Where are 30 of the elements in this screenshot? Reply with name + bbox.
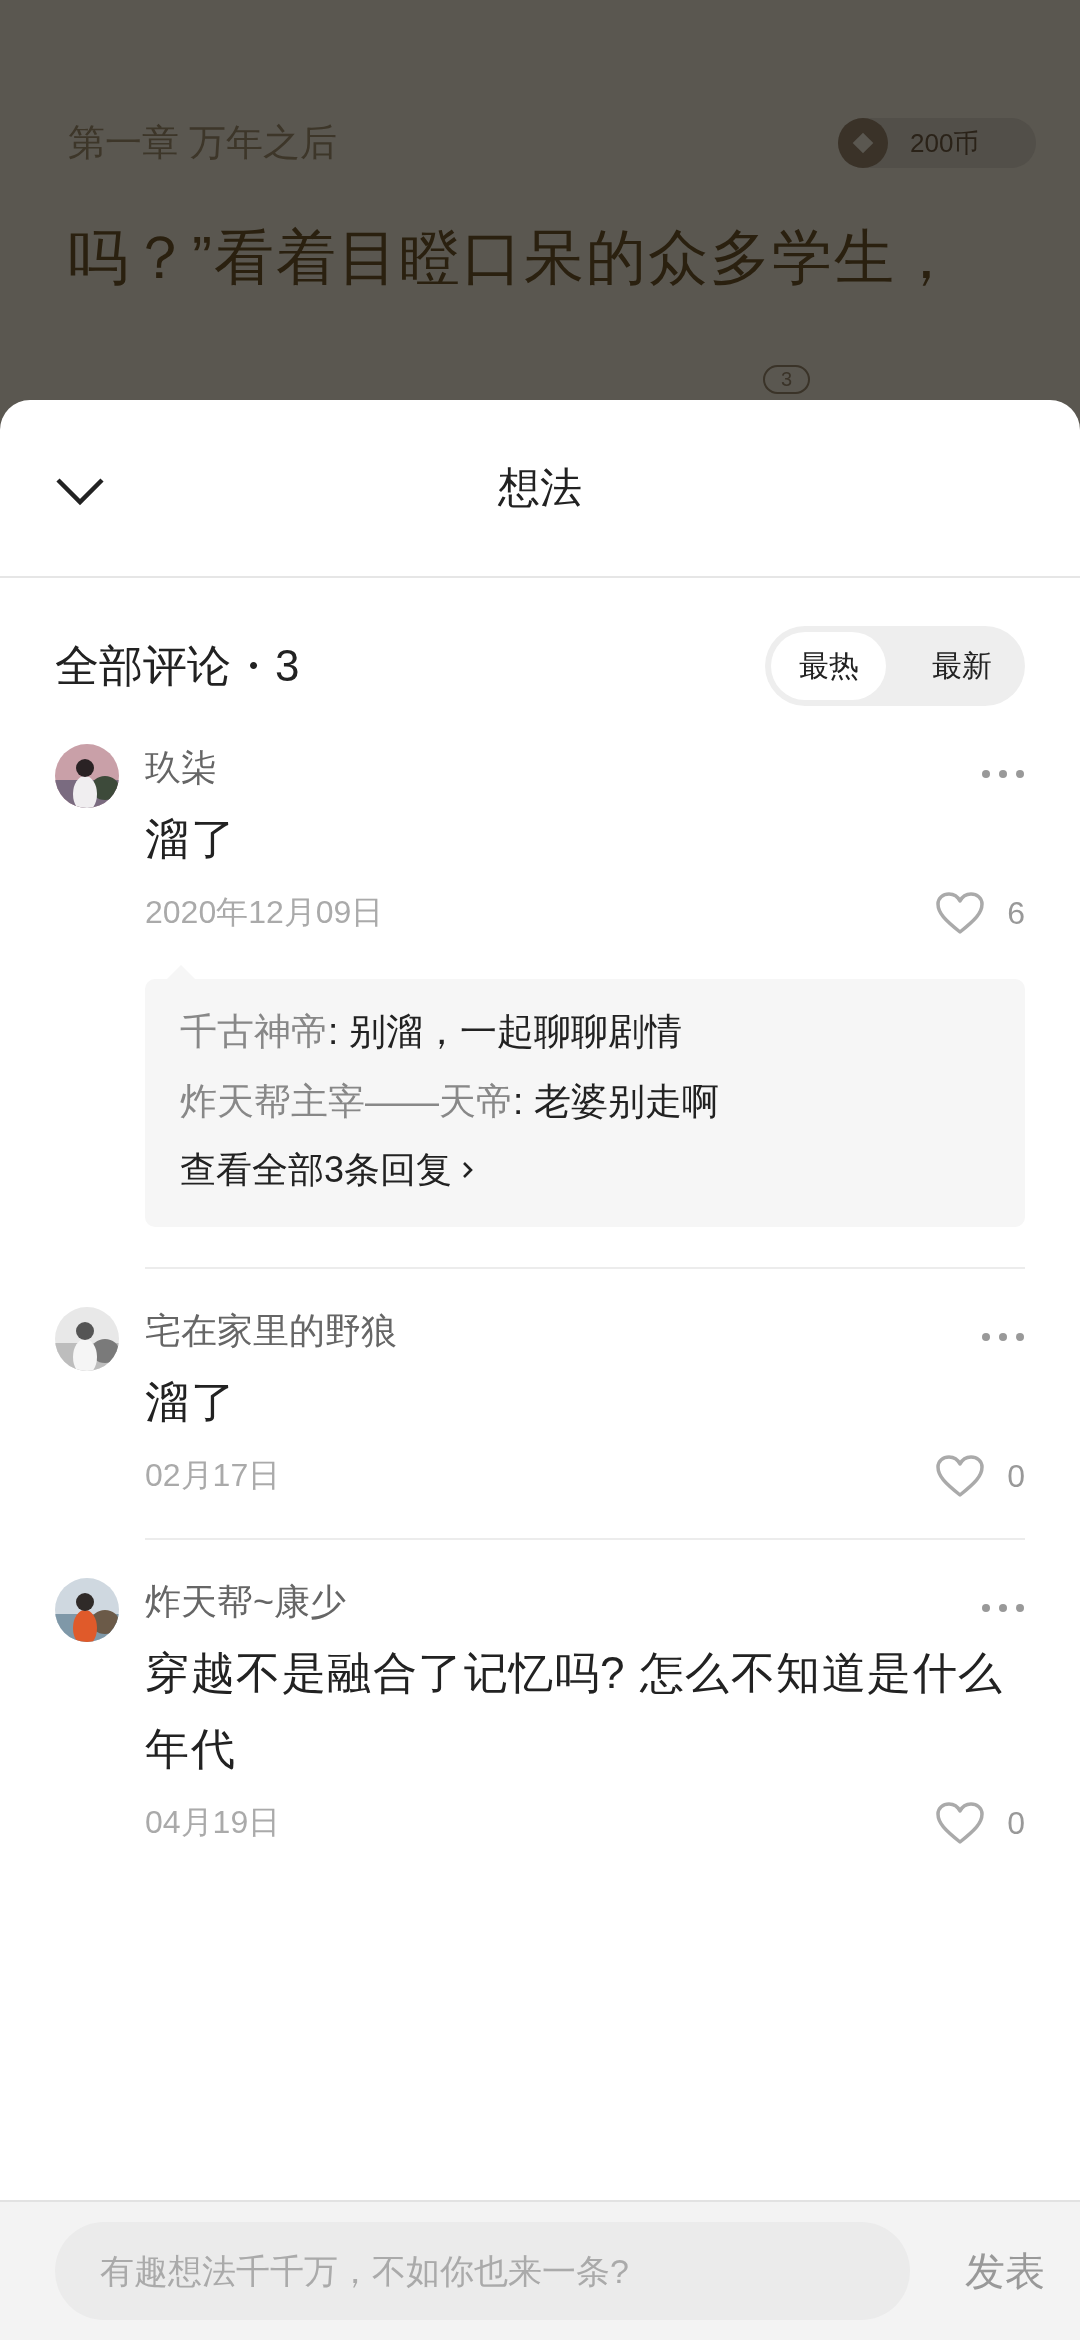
- sort-tab[interactable]: 最热: [771, 632, 886, 700]
- comment-input[interactable]: 有趣想法千千万，不如你也来一条?: [55, 2222, 910, 2320]
- sheet-title: 想法: [498, 463, 582, 513]
- collapse-chevron-icon[interactable]: [55, 476, 105, 506]
- comment-date: 02月17日: [145, 1456, 281, 1495]
- user-name[interactable]: 玖柒: [145, 744, 217, 793]
- reply-text: 千古神帝: 别溜，一起聊聊剧情: [180, 1010, 683, 1054]
- user-name[interactable]: 宅在家里的野狼: [145, 1307, 397, 1356]
- like-count: 6: [1007, 894, 1025, 932]
- comment-date: 04月19日: [145, 1803, 281, 1842]
- comment-text: 溜了: [145, 1376, 237, 1428]
- comment-date: 2020年12月09日: [145, 893, 384, 932]
- comments-title: 全部评论・3: [55, 639, 300, 692]
- more-icon[interactable]: [981, 768, 1025, 779]
- more-icon[interactable]: [981, 1331, 1025, 1342]
- like-heart-icon[interactable]: [935, 1801, 986, 1845]
- comment-text: 溜了: [145, 813, 237, 865]
- coin-icon: [838, 118, 888, 168]
- more-icon[interactable]: [981, 1602, 1025, 1613]
- like-heart-icon[interactable]: [935, 1454, 986, 1498]
- like-heart-icon[interactable]: [935, 891, 986, 935]
- reply-text: 炸天帮主宰——天帝: 老婆别走啊: [180, 1080, 720, 1124]
- like-count: 0: [1007, 1804, 1025, 1842]
- chevron-right-icon: [462, 1160, 475, 1180]
- comment-text: 穿越不是融合了记忆吗? 怎么不知道是什么年代: [145, 1647, 1005, 1775]
- sort-tab[interactable]: 最新: [904, 632, 1019, 700]
- story-text: 吗？”看着目瞪口呆的众多学生，: [68, 223, 959, 293]
- view-all-replies-link[interactable]: 查看全部3条回复: [180, 1137, 990, 1203]
- like-count: 0: [1007, 1457, 1025, 1495]
- user-name[interactable]: 炸天帮~康少: [145, 1578, 347, 1627]
